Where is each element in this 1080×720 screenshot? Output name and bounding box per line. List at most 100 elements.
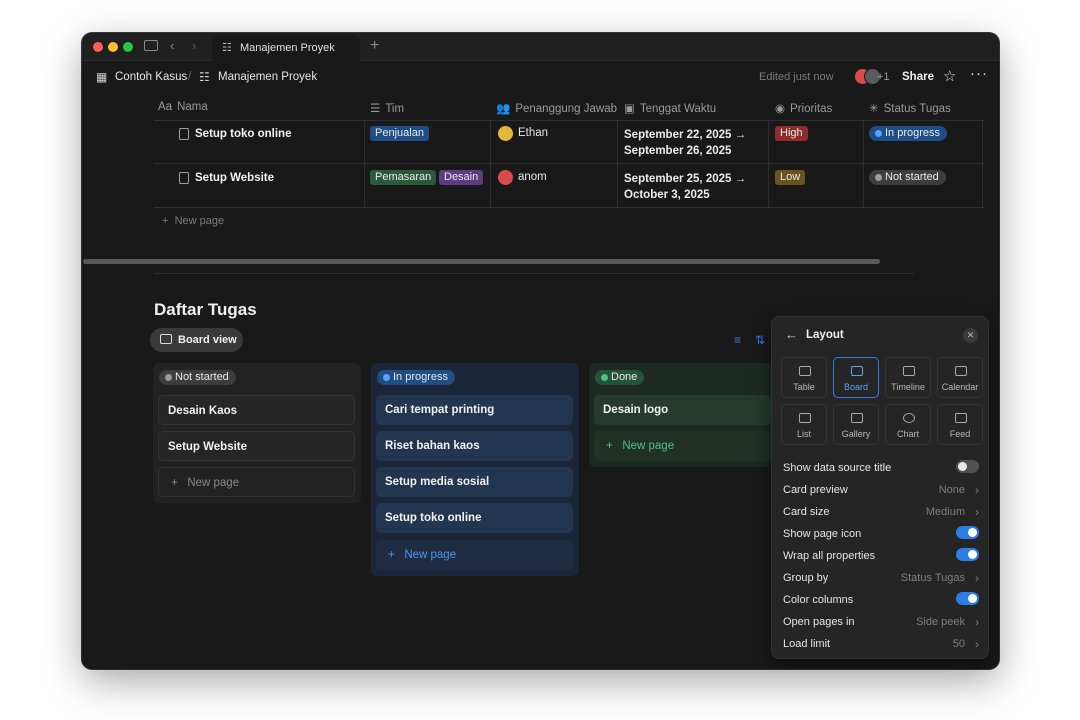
list-icon: ☰ [370, 103, 381, 115]
table-icon [799, 366, 811, 376]
setting-show-page-icon[interactable]: Show page icon [783, 526, 979, 550]
board-card[interactable]: Desain logo [594, 395, 771, 425]
toggle-switch[interactable] [956, 526, 979, 539]
sort-icon[interactable]: ⇅ [755, 333, 765, 347]
board-card[interactable]: Cari tempat printing [376, 395, 573, 425]
layout-option-gallery[interactable]: Gallery [833, 404, 879, 445]
forward-arrow-icon[interactable]: › [192, 38, 196, 53]
filter-icon[interactable]: ≡ [734, 333, 741, 347]
row-name[interactable]: Setup Website [195, 172, 274, 184]
status-dot-icon [875, 130, 882, 137]
toggle-switch[interactable] [956, 592, 979, 605]
sidebar-toggle-icon[interactable] [144, 40, 158, 51]
setting-load-limit[interactable]: Load limit 50 › [783, 637, 979, 660]
status-dot-icon [601, 374, 608, 381]
edited-status: Edited just now [759, 71, 834, 83]
more-options-icon[interactable]: ··· [970, 65, 988, 82]
column-new-page-button[interactable]: + New page [158, 467, 355, 497]
layout-option-chart[interactable]: Chart [885, 404, 931, 445]
list-icon [799, 413, 811, 423]
chevron-right-icon: › [975, 637, 979, 651]
board-icon [851, 366, 863, 376]
app-window: ‹ › ☷ Manajemen Proyek + ▦ Contoh Kasus … [82, 33, 999, 669]
maximize-window-button[interactable] [123, 42, 133, 52]
status-icon: ◉ [775, 103, 786, 115]
team-tag[interactable]: Penjualan [370, 126, 429, 141]
divider [154, 163, 984, 164]
row-name[interactable]: Setup toko online [195, 128, 291, 140]
board-card[interactable]: Desain Kaos [158, 395, 355, 425]
toggle-switch[interactable] [956, 460, 979, 473]
person-cell[interactable]: Ethan [498, 126, 548, 141]
people-icon: 👥 [496, 103, 511, 115]
horizontal-scrollbar[interactable] [83, 259, 880, 264]
board-column-not-started: Not started Desain Kaos Setup Website + … [153, 363, 361, 503]
status-pill[interactable]: In progress [869, 126, 948, 141]
setting-show-data-source-title[interactable]: Show data source title [783, 460, 979, 484]
layout-option-timeline[interactable]: Timeline [885, 357, 931, 398]
column-header-status-tugas[interactable]: ✳ Status Tugas [869, 101, 951, 115]
column-new-page-button[interactable]: + New page [594, 431, 771, 461]
back-arrow-icon[interactable]: ← [785, 327, 798, 342]
close-icon[interactable]: ✕ [963, 328, 978, 343]
checklist-icon: ☷ [199, 70, 210, 84]
board-card[interactable]: Setup media sosial [376, 467, 573, 497]
date-cell[interactable]: September 22, 2025 → September 26, 2025 [624, 127, 746, 159]
board-card[interactable]: Setup Website [158, 431, 355, 461]
column-header-penanggung-jawab[interactable]: 👥 Penanggung Jawab [496, 101, 617, 115]
new-tab-button[interactable]: + [370, 37, 379, 55]
layout-option-feed[interactable]: Feed [937, 404, 983, 445]
priority-tag[interactable]: High [775, 126, 808, 141]
divider [364, 120, 365, 207]
priority-tag[interactable]: Low [775, 170, 806, 185]
column-new-page-button[interactable]: + New page [376, 540, 573, 570]
board-view-button[interactable]: Board view [150, 328, 243, 352]
board-column-in-progress: In progress Cari tempat printing Riset b… [371, 363, 579, 576]
divider [154, 207, 984, 208]
setting-wrap-all-properties[interactable]: Wrap all properties [783, 548, 979, 572]
column-header-tim[interactable]: ☰ Tim [370, 101, 404, 115]
setting-card-preview[interactable]: Card preview None › [783, 483, 979, 506]
column-status-pill: Done [595, 370, 645, 385]
breadcrumb-workspace[interactable]: Contoh Kasus [115, 71, 187, 83]
avatar [498, 170, 513, 185]
layout-option-board[interactable]: Board [833, 357, 879, 398]
table-icon: ▦ [96, 70, 108, 84]
toggle-switch[interactable] [956, 548, 979, 561]
extra-users-count[interactable]: +1 [877, 71, 890, 83]
back-arrow-icon[interactable]: ‹ [170, 38, 174, 53]
column-header-tenggat-waktu[interactable]: ▣ Tenggat Waktu [624, 101, 716, 115]
board-card[interactable]: Riset bahan kaos [376, 431, 573, 461]
page-icon [179, 128, 189, 140]
minimize-window-button[interactable] [108, 42, 118, 52]
board-card[interactable]: Setup toko online [376, 503, 573, 533]
setting-card-size[interactable]: Card size Medium › [783, 505, 979, 528]
close-window-button[interactable] [93, 42, 103, 52]
setting-open-pages-in[interactable]: Open pages in Side peek › [783, 615, 979, 638]
status-pill[interactable]: Not started [869, 170, 946, 185]
column-header-nama[interactable]: Aa Nama [158, 101, 208, 113]
column-header-prioritas[interactable]: ◉ Prioritas [775, 101, 832, 115]
tab-bar: ‹ › ☷ Manajemen Proyek + [82, 33, 999, 61]
chevron-right-icon: › [975, 571, 979, 585]
breadcrumb-separator: / [188, 71, 192, 83]
table-new-page-button[interactable]: + New page [162, 215, 224, 227]
setting-group-by[interactable]: Group by Status Tugas › [783, 571, 979, 594]
person-cell[interactable]: anom [498, 170, 547, 185]
team-tag[interactable]: Desain [439, 170, 484, 185]
timeline-icon [903, 366, 915, 376]
share-button[interactable]: Share [902, 71, 934, 83]
date-cell[interactable]: September 25, 2025 → October 3, 2025 [624, 171, 746, 203]
layout-option-list[interactable]: List [781, 404, 827, 445]
checklist-icon: ☷ [222, 42, 232, 54]
plus-icon: + [171, 477, 178, 489]
breadcrumb-page[interactable]: Manajemen Proyek [218, 71, 317, 83]
tab-manajemen-proyek[interactable]: ☷ Manajemen Proyek [212, 35, 360, 61]
divider [617, 120, 618, 207]
setting-color-columns[interactable]: Color columns [783, 592, 979, 616]
board-icon [160, 334, 172, 344]
team-tag[interactable]: Pemasaran [370, 170, 437, 185]
layout-option-calendar[interactable]: Calendar [937, 357, 983, 398]
star-icon[interactable]: ☆ [943, 67, 956, 85]
layout-option-table[interactable]: Table [781, 357, 827, 398]
